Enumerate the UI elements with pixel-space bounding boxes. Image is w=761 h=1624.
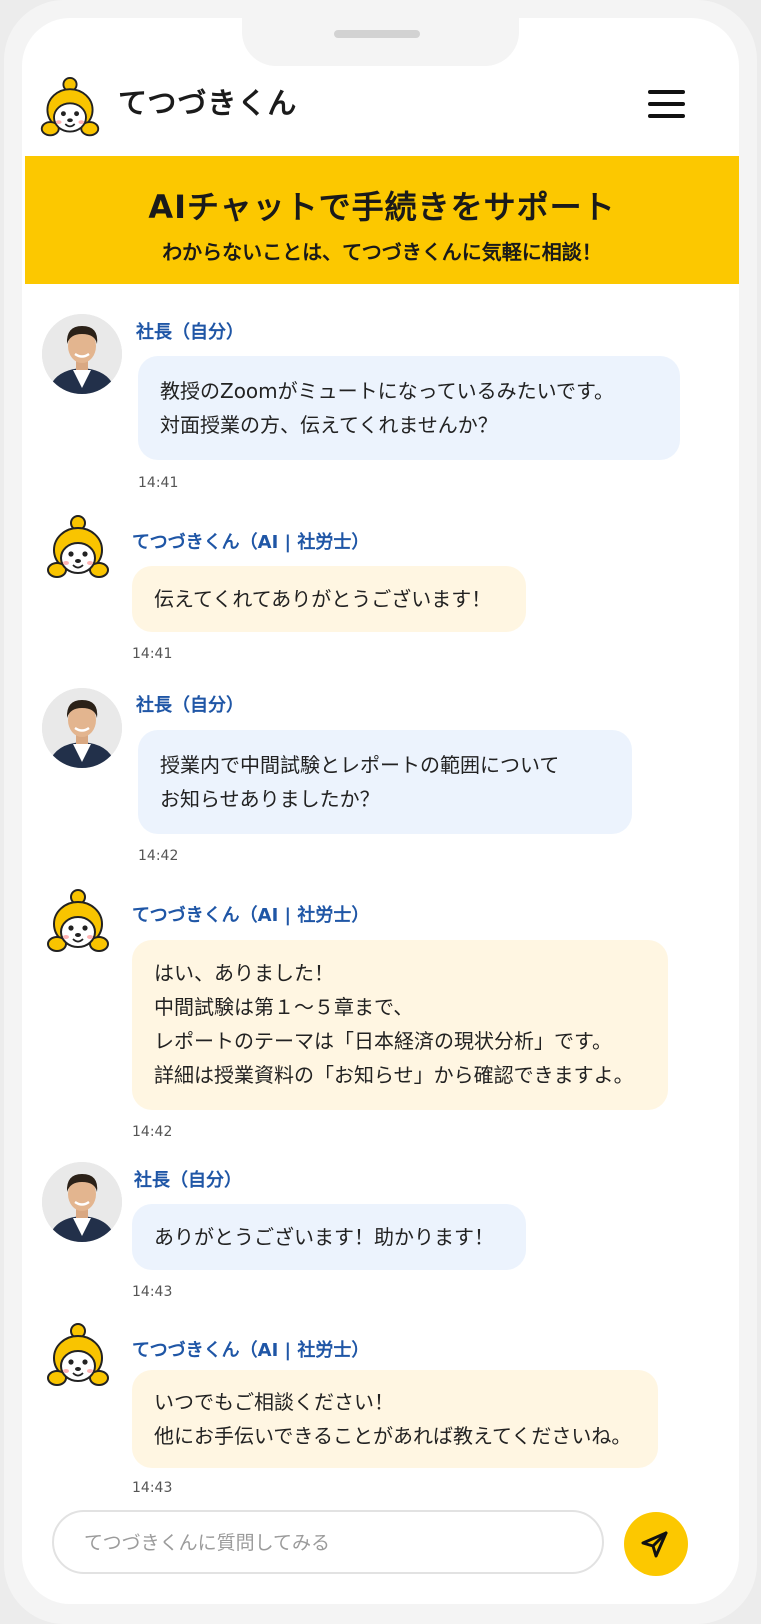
message-line: 授業内で中間試験とレポートの範囲について — [160, 753, 560, 777]
mascot-avatar-icon — [46, 514, 110, 582]
message-line: お知らせありましたか？ — [160, 787, 380, 811]
user-avatar — [42, 1162, 122, 1242]
send-button[interactable] — [624, 1512, 688, 1576]
message-time: 14:42 — [138, 848, 179, 864]
app-title[interactable]: てつづきくん — [118, 80, 297, 122]
promo-banner: AIチャットで手続きをサポート わからないことは、てつづきくんに気軽に相談！ — [25, 156, 739, 284]
message-bubble: 伝えてくれてありがとうございます！ — [132, 566, 526, 632]
message-time: 14:41 — [132, 646, 173, 662]
message-line: ありがとうございます！助かります！ — [154, 1225, 494, 1249]
question-input[interactable] — [82, 1522, 586, 1564]
paper-plane-icon — [641, 1531, 668, 1558]
banner-subtitle: わからないことは、てつづきくんに気軽に相談！ — [162, 240, 602, 264]
mascot-avatar-icon — [46, 888, 110, 956]
message-bubble: はい、ありました！ 中間試験は第１～５章まで、 レポートのテーマは「日本経済の現… — [132, 940, 668, 1110]
sender-name: てつづきくん（AI | 社労士） — [132, 1340, 370, 1361]
message-line: 他にお手伝いできることがあれば教えてくださいね。 — [154, 1424, 632, 1448]
message-line: はい、ありました！ — [154, 961, 334, 985]
user-avatar — [42, 314, 122, 394]
message-time: 14:42 — [132, 1124, 173, 1140]
message-line: レポートのテーマは「日本経済の現状分析」です。 — [154, 1029, 612, 1053]
sender-name: 社長（自分） — [136, 695, 244, 716]
sender-name: てつづきくん（AI | 社労士） — [132, 532, 370, 553]
speaker-bar — [334, 30, 420, 38]
message-line: 教授のZoomがミュートになっているみたいです。 — [160, 379, 615, 403]
message-bubble: 教授のZoomがミュートになっているみたいです。 対面授業の方、伝えてくれません… — [138, 356, 680, 460]
phone-notch — [242, 18, 519, 66]
message-line: 詳細は授業資料の「お知らせ」から確認できますよ。 — [154, 1063, 634, 1087]
sender-name: 社長（自分） — [136, 322, 244, 343]
banner-title: AIチャットで手続きをサポート — [148, 188, 616, 226]
message-line: いつでもご相談ください！ — [154, 1390, 394, 1414]
message-bubble: いつでもご相談ください！ 他にお手伝いできることがあれば教えてくださいね。 — [132, 1370, 658, 1468]
hamburger-menu-icon[interactable] — [648, 88, 686, 120]
user-avatar — [42, 688, 122, 768]
message-time: 14:43 — [132, 1480, 173, 1496]
message-time: 14:41 — [138, 475, 179, 491]
sender-name: 社長（自分） — [134, 1170, 242, 1191]
message-line: 対面授業の方、伝えてくれませんか？ — [160, 413, 498, 437]
chat-input-box[interactable] — [52, 1510, 604, 1574]
mascot-logo-icon[interactable] — [38, 76, 102, 140]
message-line: 中間試験は第１～５章まで、 — [154, 995, 414, 1019]
mascot-avatar-icon — [46, 1322, 110, 1390]
message-line: 伝えてくれてありがとうございます！ — [154, 587, 492, 611]
message-time: 14:43 — [132, 1284, 173, 1300]
message-bubble: ありがとうございます！助かります！ — [132, 1204, 526, 1270]
phone-frame: てつづきくん AIチャットで手続きをサポート わからないことは、てつづきくんに気… — [4, 0, 757, 1624]
sender-name: てつづきくん（AI | 社労士） — [132, 905, 370, 926]
message-bubble: 授業内で中間試験とレポートの範囲について お知らせありましたか？ — [138, 730, 632, 834]
app-screen: てつづきくん AIチャットで手続きをサポート わからないことは、てつづきくんに気… — [22, 18, 739, 1604]
